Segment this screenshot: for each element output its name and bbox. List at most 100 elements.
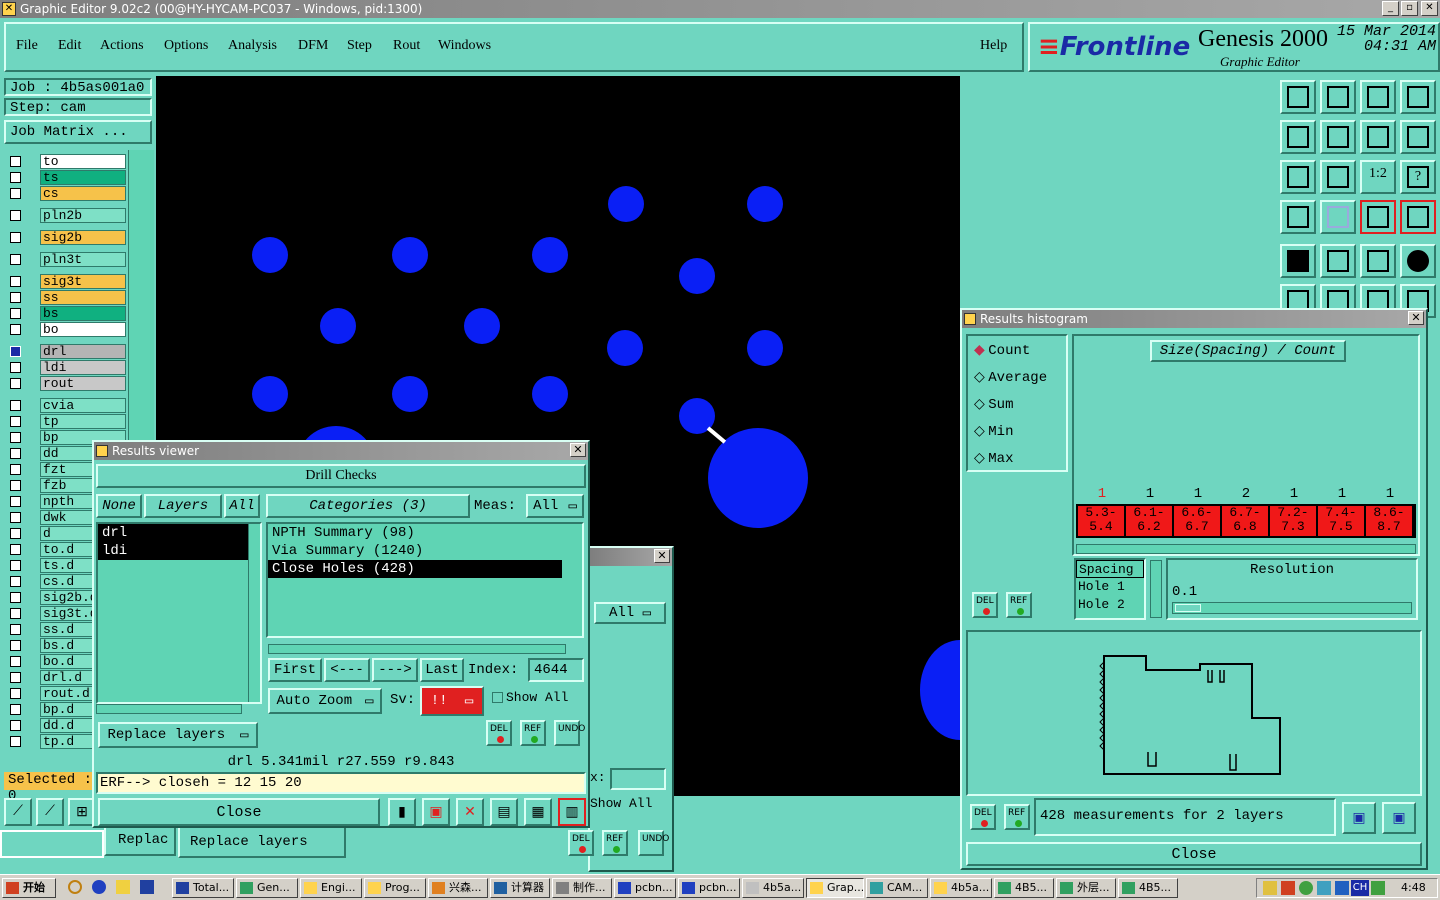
- resolution-slider-thumb[interactable]: [1175, 604, 1201, 612]
- layer-checkbox[interactable]: [10, 210, 21, 221]
- grid-icon[interactable]: [1320, 200, 1356, 234]
- back-replace-layers-button[interactable]: Replace layers: [178, 826, 346, 858]
- net-icon[interactable]: [1360, 200, 1396, 234]
- measure-item-hole2[interactable]: Hole 2: [1076, 596, 1144, 614]
- option-average[interactable]: ◇ Average: [974, 369, 1047, 386]
- layer-checkbox[interactable]: [10, 640, 21, 651]
- minimize-button[interactable]: _: [1382, 1, 1399, 16]
- help-icon[interactable]: ?: [1400, 160, 1436, 194]
- menu-help[interactable]: Help: [980, 38, 1007, 54]
- tray-pen-icon[interactable]: [1281, 881, 1295, 895]
- layer-name[interactable]: drl: [40, 344, 126, 359]
- layer-name[interactable]: cs: [40, 186, 126, 201]
- severity-select[interactable]: !! ▭: [420, 686, 484, 716]
- fit-icon[interactable]: [1280, 160, 1316, 194]
- quick-launch-clock-icon[interactable]: [68, 880, 82, 894]
- layer-checkbox[interactable]: [10, 324, 21, 335]
- layer-row-rout[interactable]: rout: [4, 376, 128, 391]
- next-button[interactable]: --->: [372, 658, 418, 682]
- all-layers-button[interactable]: All: [224, 494, 260, 518]
- layer-checkbox[interactable]: [10, 528, 21, 539]
- hist-ref-button-2[interactable]: REF: [1004, 804, 1030, 830]
- measure-tool-icon[interactable]: ⟋: [36, 798, 64, 826]
- task-item[interactable]: 制作...: [552, 878, 612, 898]
- layer-checkbox[interactable]: [10, 560, 21, 571]
- histogram-bin[interactable]: 7.4- 7.5: [1318, 506, 1364, 536]
- tray-shield-icon[interactable]: [1335, 881, 1349, 895]
- layer-checkbox[interactable]: [10, 656, 21, 667]
- settings-icon[interactable]: [1280, 200, 1316, 234]
- quick-launch-save-icon[interactable]: [140, 880, 154, 894]
- layer-checkbox[interactable]: [10, 432, 21, 443]
- back-window-close-icon[interactable]: ✕: [654, 549, 670, 563]
- back-undo-button[interactable]: UNDO: [638, 830, 669, 856]
- scale-1to2-icon[interactable]: 1:2: [1360, 160, 1396, 194]
- back-show-all[interactable]: Show All: [590, 796, 652, 811]
- circle-icon[interactable]: [1400, 244, 1436, 278]
- tray-network-icon[interactable]: [1299, 881, 1313, 895]
- first-button[interactable]: First: [268, 658, 322, 682]
- layer-checkbox[interactable]: [10, 188, 21, 199]
- tray-sync-icon[interactable]: [1317, 881, 1331, 895]
- option-min[interactable]: ◇ Min: [974, 423, 1014, 440]
- histogram-close-button[interactable]: Close: [966, 842, 1422, 866]
- menu-options[interactable]: Options: [164, 38, 208, 54]
- tray-ime-icon[interactable]: [1371, 881, 1385, 895]
- task-item[interactable]: 4B5...: [994, 878, 1054, 898]
- last-button[interactable]: Last: [420, 658, 464, 682]
- category-list[interactable]: NPTH Summary (98) Via Summary (1240) Clo…: [266, 522, 584, 638]
- histogram-bin[interactable]: 6.7- 6.8: [1222, 506, 1268, 536]
- task-item[interactable]: 兴森...: [428, 878, 488, 898]
- layer-checkbox[interactable]: [10, 544, 21, 555]
- layer-checkbox[interactable]: [10, 308, 21, 319]
- back-del-button[interactable]: DEL: [568, 830, 594, 856]
- layer-checkbox[interactable]: [10, 448, 21, 459]
- layer-row-pln2b[interactable]: pln2b: [4, 208, 128, 223]
- task-item-active[interactable]: Grap...: [806, 878, 864, 898]
- menu-dfm[interactable]: DFM: [298, 38, 328, 54]
- layer-row-sig3t[interactable]: sig3t: [4, 274, 128, 289]
- layer-row-to[interactable]: to: [4, 154, 128, 169]
- menu-windows[interactable]: Windows: [438, 38, 491, 54]
- none-button[interactable]: None: [96, 494, 142, 518]
- index-input[interactable]: 4644: [528, 658, 584, 682]
- layer-checkbox[interactable]: [10, 362, 21, 373]
- categories-button[interactable]: Categories (3): [266, 494, 470, 518]
- layer-checkbox[interactable]: [10, 688, 21, 699]
- layer-row-pln3t[interactable]: pln3t: [4, 252, 128, 267]
- layer-checkbox[interactable]: [10, 496, 21, 507]
- layer-checkbox[interactable]: [10, 720, 21, 731]
- menu-actions[interactable]: Actions: [100, 38, 144, 54]
- layer-checkbox[interactable]: [10, 292, 21, 303]
- layer-name[interactable]: ts: [40, 170, 126, 185]
- layer-checkbox[interactable]: [10, 416, 21, 427]
- layer-name[interactable]: pln3t: [40, 252, 126, 267]
- task-item[interactable]: 外层...: [1056, 878, 1116, 898]
- close-window-button[interactable]: ✕: [1421, 1, 1438, 16]
- measure-list-vscroll[interactable]: [1150, 560, 1162, 618]
- task-item[interactable]: 4b5a...: [930, 878, 992, 898]
- del-button[interactable]: DEL: [486, 720, 512, 746]
- back-index-input[interactable]: [610, 768, 666, 790]
- layer-row-sig2b[interactable]: sig2b: [4, 230, 128, 245]
- layer-checkbox[interactable]: [10, 400, 21, 411]
- layer-row-bs[interactable]: bs: [4, 306, 128, 321]
- layer-row-tp[interactable]: tp: [4, 414, 128, 429]
- layer-row-cs[interactable]: cs: [4, 186, 128, 201]
- step-icon[interactable]: ▤: [490, 798, 518, 826]
- layer-checkbox[interactable]: [10, 608, 21, 619]
- layer-checkbox[interactable]: [10, 624, 21, 635]
- layer-name[interactable]: to: [40, 154, 126, 169]
- report-icon[interactable]: ▮: [388, 798, 416, 826]
- ref-button[interactable]: REF: [520, 720, 546, 746]
- layer-name[interactable]: cvia: [40, 398, 126, 413]
- layer-checkbox[interactable]: [10, 512, 21, 523]
- back-ref-button[interactable]: REF: [602, 830, 628, 856]
- draw-icon[interactable]: [1320, 244, 1356, 278]
- quick-launch-edit-icon[interactable]: [116, 880, 130, 894]
- tray-tool-icon[interactable]: [1263, 881, 1277, 895]
- task-item[interactable]: 4b5a...: [742, 878, 804, 898]
- export-icon[interactable]: ▣: [1342, 802, 1376, 834]
- layer-checkbox[interactable]: [10, 156, 21, 167]
- maximize-button[interactable]: ▫: [1401, 1, 1418, 16]
